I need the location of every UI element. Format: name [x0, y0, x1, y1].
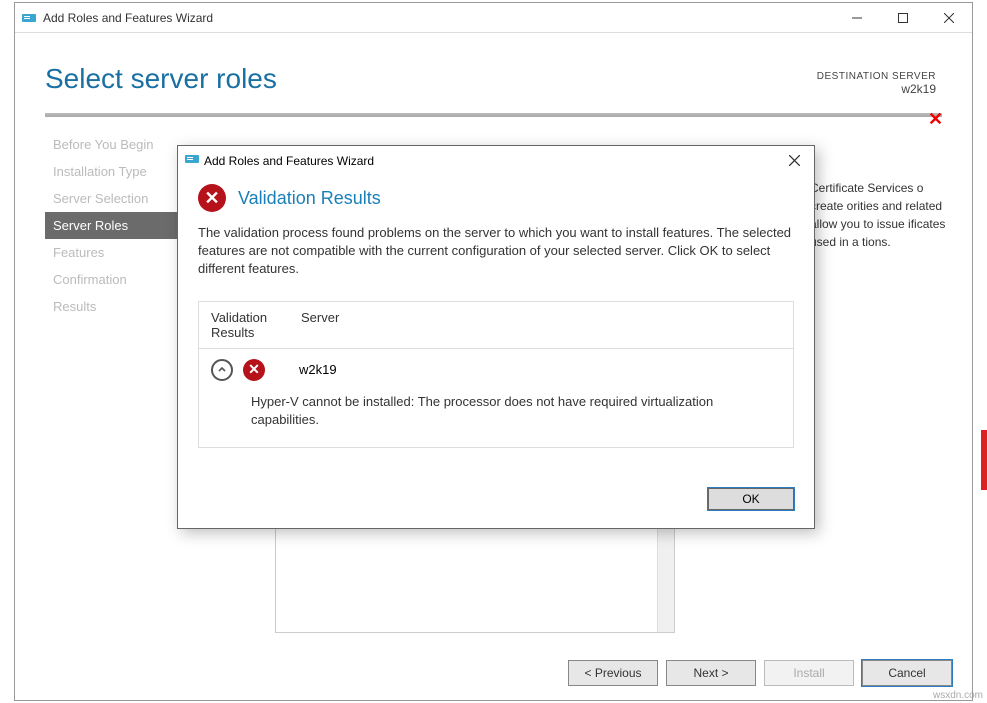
- col-server: Server: [301, 310, 339, 340]
- validation-dialog: Add Roles and Features Wizard ✕ Validati…: [177, 145, 815, 529]
- error-icon: ✕: [198, 184, 226, 212]
- role-description-panel: Certificate Services o create orities an…: [810, 179, 960, 251]
- window-title: Add Roles and Features Wizard: [43, 11, 834, 25]
- col-validation-results: Validation Results: [211, 310, 301, 340]
- dialog-message: The validation process found problems on…: [198, 224, 794, 279]
- table-row: ✕ w2k19 Hyper-V cannot be installed: The…: [199, 349, 793, 447]
- dialog-heading-row: ✕ Validation Results: [198, 184, 794, 212]
- table-header: Validation Results Server: [199, 302, 793, 349]
- dialog-close-button[interactable]: [780, 153, 808, 169]
- dialog-heading: Validation Results: [238, 188, 381, 209]
- validation-detail: Hyper-V cannot be installed: The process…: [211, 381, 781, 437]
- titlebar: Add Roles and Features Wizard: [15, 3, 972, 33]
- edge-artifact: [981, 430, 987, 490]
- validation-table: Validation Results Server ✕ w2k19 Hyper-…: [198, 301, 794, 448]
- server-manager-icon: [21, 10, 37, 26]
- page-heading: Select server roles: [45, 63, 942, 95]
- destination-server-block: DESTINATION SERVER w2k19: [817, 71, 936, 96]
- close-button[interactable]: [926, 3, 972, 33]
- next-button[interactable]: Next >: [666, 660, 756, 686]
- server-manager-icon: [184, 151, 200, 172]
- install-button[interactable]: Install: [764, 660, 854, 686]
- collapse-icon[interactable]: [211, 359, 233, 381]
- minimize-button[interactable]: [834, 3, 880, 33]
- previous-button[interactable]: < Previous: [568, 660, 658, 686]
- cancel-button[interactable]: Cancel: [862, 660, 952, 686]
- window-controls: [834, 3, 972, 33]
- dialog-titlebar: Add Roles and Features Wizard: [178, 146, 814, 176]
- destination-label: DESTINATION SERVER: [817, 71, 936, 82]
- destination-value: w2k19: [817, 82, 936, 96]
- ok-button[interactable]: OK: [708, 488, 794, 510]
- header-divider: ✕: [45, 113, 942, 117]
- error-icon: ✕: [243, 359, 265, 381]
- server-name: w2k19: [299, 362, 337, 377]
- dialog-title: Add Roles and Features Wizard: [204, 154, 780, 168]
- wizard-footer: < Previous Next > Install Cancel: [568, 660, 952, 686]
- watermark: wsxdn.com: [933, 690, 983, 701]
- maximize-button[interactable]: [880, 3, 926, 33]
